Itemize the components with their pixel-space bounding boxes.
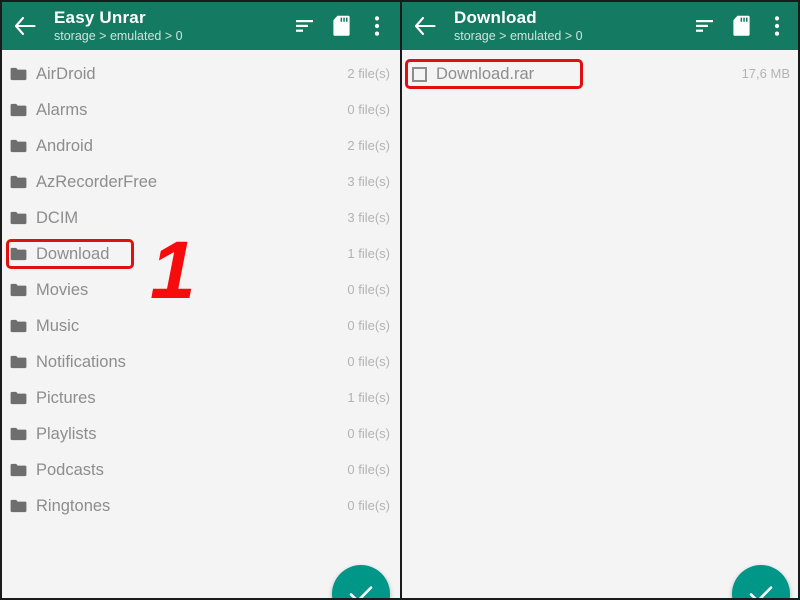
folder-file-count: 0 file(s) bbox=[347, 354, 390, 369]
folder-icon bbox=[10, 283, 27, 297]
folder-icon bbox=[10, 391, 27, 405]
folder-icon-wrap bbox=[10, 283, 27, 297]
folder-name: Playlists bbox=[36, 425, 97, 443]
folder-file-count: 1 file(s) bbox=[347, 246, 390, 261]
left-appbar: Easy Unrar storage > emulated > 0 bbox=[2, 2, 400, 50]
folder-icon-wrap bbox=[10, 67, 27, 81]
folder-icon-wrap bbox=[10, 391, 27, 405]
check-icon bbox=[349, 586, 373, 598]
app-screenshot: Easy Unrar storage > emulated > 0 AirDro… bbox=[0, 0, 800, 600]
page-title: Download bbox=[454, 8, 537, 27]
overflow-menu-icon[interactable] bbox=[766, 13, 788, 39]
folder-file-count: 3 file(s) bbox=[347, 174, 390, 189]
folder-file-count: 2 file(s) bbox=[347, 138, 390, 153]
back-icon[interactable] bbox=[8, 9, 42, 43]
folder-row[interactable]: Pictures 1 file(s) bbox=[2, 380, 400, 416]
folder-list[interactable]: AirDroid 2 file(s) Alarms 0 file(s) Android 2… bbox=[2, 50, 400, 524]
folder-row[interactable]: AzRecorderFree 3 file(s) bbox=[2, 164, 400, 200]
folder-file-count: 0 file(s) bbox=[347, 498, 390, 513]
overflow-menu-icon[interactable] bbox=[366, 13, 388, 39]
folder-name: Music bbox=[36, 317, 80, 335]
folder-row[interactable]: DCIM 3 file(s) bbox=[2, 200, 400, 236]
left-panel: Easy Unrar storage > emulated > 0 AirDro… bbox=[2, 2, 400, 598]
back-icon[interactable] bbox=[408, 9, 442, 43]
folder-row[interactable]: Notifications 0 file(s) bbox=[2, 344, 400, 380]
left-appbar-actions bbox=[294, 13, 392, 39]
right-appbar-actions bbox=[694, 13, 792, 39]
folder-name: Podcasts bbox=[36, 461, 104, 479]
sort-icon[interactable] bbox=[294, 13, 316, 39]
folder-row[interactable]: AirDroid 2 file(s) bbox=[2, 56, 400, 92]
folder-row[interactable]: Podcasts 0 file(s) bbox=[2, 452, 400, 488]
folder-icon bbox=[10, 319, 27, 333]
app-title: Easy Unrar bbox=[54, 8, 146, 27]
file-row[interactable]: Download.rar 17,6 MB bbox=[402, 56, 798, 92]
folder-file-count: 2 file(s) bbox=[347, 66, 390, 81]
folder-icon-wrap bbox=[10, 175, 27, 189]
annotation-number-1: 1 bbox=[150, 225, 196, 316]
file-list[interactable]: Download.rar 17,6 MB bbox=[402, 50, 798, 92]
folder-name: Ringtones bbox=[36, 497, 111, 515]
folder-icon bbox=[10, 175, 27, 189]
folder-name: Pictures bbox=[36, 389, 96, 407]
folder-row[interactable]: Alarms 0 file(s) bbox=[2, 92, 400, 128]
folder-icon bbox=[10, 103, 27, 117]
folder-icon bbox=[10, 355, 27, 369]
folder-icon bbox=[10, 211, 27, 225]
check-icon bbox=[749, 586, 773, 598]
folder-row[interactable]: Playlists 0 file(s) bbox=[2, 416, 400, 452]
breadcrumb: storage > emulated > 0 bbox=[454, 29, 583, 43]
folder-name: Android bbox=[36, 137, 93, 155]
folder-row[interactable]: Movies 0 file(s) bbox=[2, 272, 400, 308]
breadcrumb: storage > emulated > 0 bbox=[54, 29, 183, 43]
folder-icon-wrap bbox=[10, 247, 27, 261]
sd-card-icon[interactable] bbox=[330, 13, 352, 39]
folder-file-count: 1 file(s) bbox=[347, 390, 390, 405]
left-title-block: Easy Unrar storage > emulated > 0 bbox=[42, 8, 294, 44]
folder-icon bbox=[10, 247, 27, 261]
folder-file-count: 3 file(s) bbox=[347, 210, 390, 225]
folder-name: AzRecorderFree bbox=[36, 173, 158, 191]
folder-icon bbox=[10, 463, 27, 477]
confirm-fab[interactable] bbox=[332, 565, 390, 598]
folder-row[interactable]: Android 2 file(s) bbox=[2, 128, 400, 164]
folder-row[interactable]: Download 1 file(s) bbox=[2, 236, 400, 272]
folder-name: Alarms bbox=[36, 101, 88, 119]
folder-icon-wrap bbox=[10, 211, 27, 225]
file-size: 17,6 MB bbox=[741, 66, 790, 81]
folder-icon-wrap bbox=[10, 427, 27, 441]
folder-file-count: 0 file(s) bbox=[347, 318, 390, 333]
folder-file-count: 0 file(s) bbox=[347, 426, 390, 441]
folder-icon-wrap bbox=[10, 463, 27, 477]
folder-icon bbox=[10, 67, 27, 81]
right-appbar: Download storage > emulated > 0 bbox=[402, 2, 798, 50]
folder-file-count: 0 file(s) bbox=[347, 282, 390, 297]
folder-icon-wrap bbox=[10, 355, 27, 369]
right-title-block: Download storage > emulated > 0 bbox=[442, 8, 694, 44]
folder-icon bbox=[10, 139, 27, 153]
folder-icon-wrap bbox=[10, 139, 27, 153]
folder-file-count: 0 file(s) bbox=[347, 462, 390, 477]
folder-row[interactable]: Music 0 file(s) bbox=[2, 308, 400, 344]
file-checkbox[interactable] bbox=[412, 66, 427, 82]
sd-card-icon[interactable] bbox=[730, 13, 752, 39]
folder-name: AirDroid bbox=[36, 65, 96, 83]
folder-name: Notifications bbox=[36, 353, 126, 371]
folder-icon-wrap bbox=[10, 319, 27, 333]
sort-icon[interactable] bbox=[694, 13, 716, 39]
file-name: Download.rar bbox=[436, 65, 535, 83]
confirm-fab[interactable] bbox=[732, 565, 790, 598]
folder-icon-wrap bbox=[10, 103, 27, 117]
folder-icon bbox=[10, 499, 27, 513]
folder-icon-wrap bbox=[10, 499, 27, 513]
folder-icon bbox=[10, 427, 27, 441]
folder-file-count: 0 file(s) bbox=[347, 102, 390, 117]
right-panel: Download storage > emulated > 0 Download… bbox=[400, 2, 798, 598]
folder-row[interactable]: Ringtones 0 file(s) bbox=[2, 488, 400, 524]
